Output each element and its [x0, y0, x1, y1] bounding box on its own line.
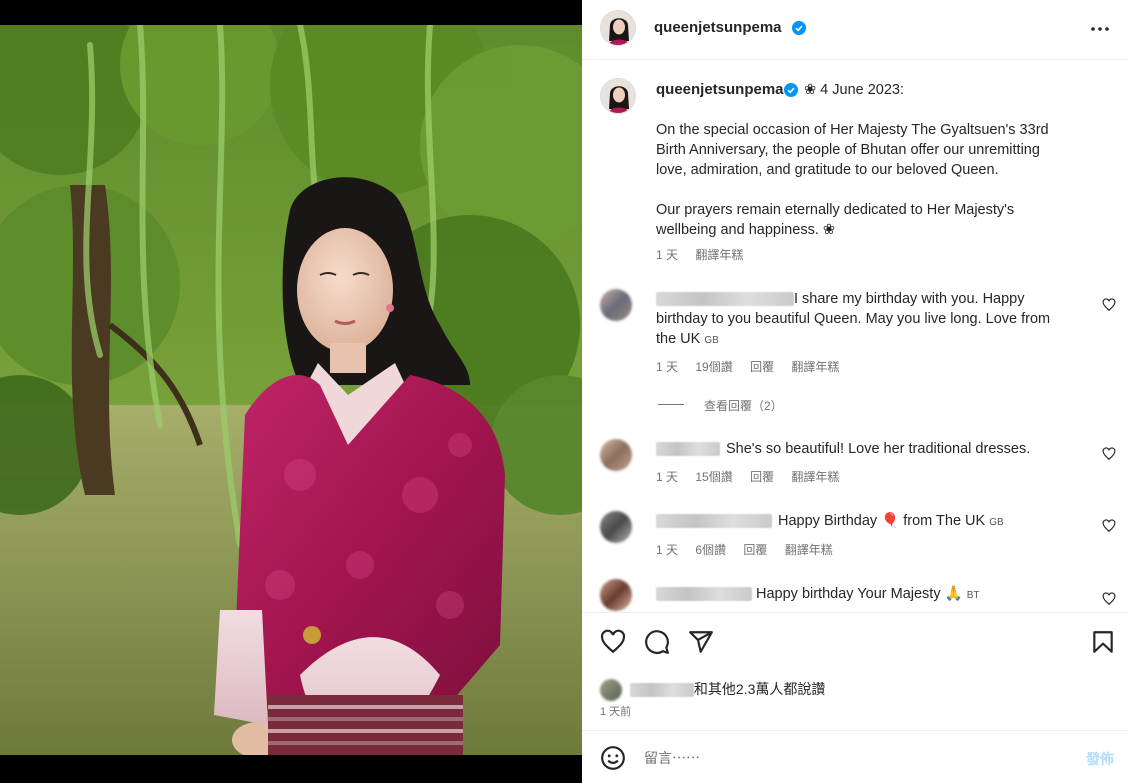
flag-gb-icon: GB — [989, 517, 1004, 528]
likes-summary[interactable]: 和其他2.3萬人都說讚 — [600, 679, 825, 702]
liker-avatar[interactable] — [600, 679, 622, 702]
commenter-avatar[interactable] — [600, 289, 632, 321]
reply-link[interactable]: 回覆 — [750, 470, 774, 484]
commenter-avatar[interactable] — [600, 511, 632, 543]
verified-badge-icon — [784, 83, 798, 97]
comment-1-meta: 1 天 19個讚 回覆 翻譯年糕 — [656, 360, 840, 374]
caption-paragraph-1: On the special occasion of Her Majesty T… — [656, 120, 1049, 180]
commenter-avatar[interactable] — [600, 439, 632, 471]
comment-icon[interactable] — [644, 629, 670, 655]
caption-meta: 1 天 翻譯年糕 — [656, 246, 757, 263]
comments-list[interactable]: queenjetsunpema ❀ 4 June 2023: On the sp… — [582, 61, 1128, 612]
comment-input[interactable] — [644, 747, 1044, 769]
comment-likes[interactable]: 19個讚 — [695, 360, 732, 374]
heart-icon[interactable] — [600, 629, 626, 655]
flag-bt-icon: BT — [966, 590, 980, 601]
heart-icon[interactable] — [1102, 592, 1116, 606]
comment-likes[interactable]: 6個讚 — [695, 543, 726, 557]
comment-likes[interactable]: 15個讚 — [695, 470, 732, 484]
post-actions: 和其他2.3萬人都說讚 1 天前 — [582, 612, 1128, 730]
commenter-avatar[interactable] — [600, 579, 632, 611]
commenter-name[interactable] — [656, 514, 772, 529]
caption-paragraph-2: Our prayers remain eternally dedicated t… — [656, 200, 1014, 240]
caption-translate-link[interactable]: 翻譯年糕 — [695, 248, 743, 262]
translate-link[interactable]: 翻譯年糕 — [791, 360, 839, 374]
heart-icon[interactable] — [1102, 447, 1116, 461]
commenter-name[interactable] — [656, 442, 720, 457]
comment-2-meta: 1 天 15個讚 回覆 翻譯年糕 — [656, 470, 840, 484]
commenter-name[interactable] — [656, 292, 794, 307]
more-options-icon[interactable] — [1088, 17, 1112, 41]
replies-line — [658, 404, 684, 405]
comment-1-text: I share my birthday with you. Happy birt… — [656, 291, 1051, 347]
translate-link[interactable]: 翻譯年糕 — [791, 470, 839, 484]
photo-panel — [0, 0, 582, 783]
post-comment-button[interactable]: 發佈 — [1086, 749, 1114, 769]
verified-badge-icon — [792, 21, 806, 35]
post-photo[interactable] — [0, 25, 582, 755]
photo-illustration — [0, 25, 582, 755]
comment-3-meta: 1 天 6個讚 回覆 翻譯年糕 — [656, 543, 833, 557]
balloon-icon: 🎈 — [881, 513, 900, 529]
comment-composer: 發佈 — [582, 730, 1128, 783]
emoji-icon[interactable] — [600, 745, 626, 771]
caption-line: Birth Anniversary, the people of Bhutan … — [656, 142, 1040, 158]
caption-date: ❀ 4 June 2023: — [804, 82, 905, 98]
translate-link[interactable]: 翻譯年糕 — [785, 543, 833, 557]
heart-icon[interactable] — [1102, 298, 1116, 312]
caption-username[interactable]: queenjetsunpema — [656, 81, 784, 98]
reply-link[interactable]: 回覆 — [743, 543, 767, 557]
header-username[interactable]: queenjetsunpema — [654, 19, 782, 36]
post-side-panel: queenjetsunpema queenjetsunpema ❀ 4 June… — [582, 0, 1128, 783]
caption-line: wellbeing and happiness. ❀ — [656, 222, 836, 238]
caption-time: 1 天 — [656, 248, 679, 262]
post-header: queenjetsunpema — [582, 0, 1128, 60]
share-icon[interactable] — [688, 629, 714, 655]
caption-line: On the special occasion of Her Majesty T… — [656, 122, 1049, 138]
caption-line: Our prayers remain eternally dedicated t… — [656, 202, 1015, 218]
liker-name[interactable] — [629, 683, 694, 698]
author-avatar[interactable] — [600, 10, 636, 46]
view-replies-link[interactable]: 查看回覆（2） — [704, 397, 783, 414]
flag-gb-icon: GB — [704, 335, 719, 346]
post-time[interactable]: 1 天前 — [600, 703, 631, 719]
comment-2-text: She's so beautiful! Love her traditional… — [656, 439, 1096, 459]
bookmark-icon[interactable] — [1090, 629, 1116, 655]
caption-avatar[interactable] — [600, 78, 636, 114]
heart-icon[interactable] — [1102, 519, 1116, 533]
caption-line: love, admiration, and gratitude to our b… — [656, 162, 999, 178]
comment-4-text: Happy birthday Your Majesty 🙏 BT — [656, 584, 1096, 606]
commenter-name[interactable] — [656, 587, 752, 602]
reply-link[interactable]: 回覆 — [750, 360, 774, 374]
comment-3-text: Happy Birthday 🎈 from The UK GB — [656, 511, 1096, 533]
